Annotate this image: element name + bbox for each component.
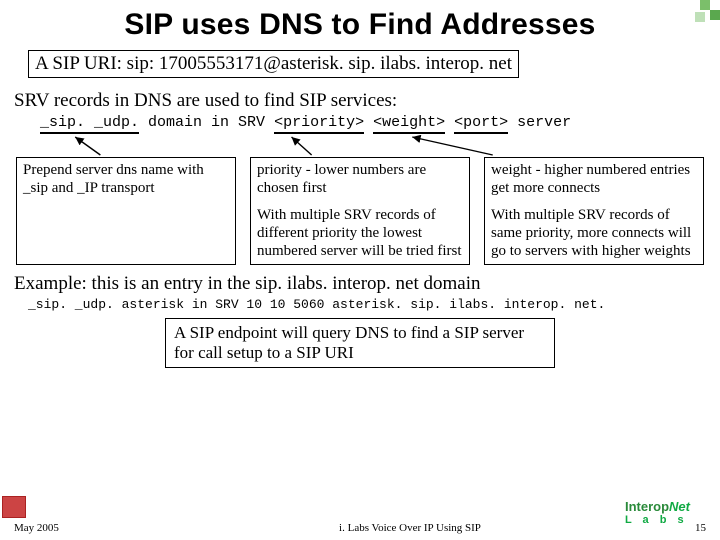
missing-image-stub	[2, 496, 26, 518]
col-weight: weight - higher numbered entries get mor…	[484, 157, 704, 265]
example-record: _sip. _udp. asterisk in SRV 10 10 5060 a…	[28, 297, 704, 312]
srv-intro-text: SRV records in DNS are used to find SIP …	[14, 90, 704, 112]
arrow-diagram	[40, 135, 704, 157]
srv-seg-sipudp: _sip. _udp.	[40, 114, 139, 131]
srv-seg-port: <port>	[454, 114, 508, 131]
slide-title: SIP uses DNS to Find Addresses	[0, 0, 720, 48]
footer-title: i. Labs Voice Over IP Using SIP	[154, 522, 666, 534]
srv-template: _sip. _udp. domain in SRV <priority> <we…	[40, 114, 704, 131]
col-prepend: Prepend server dns name with _sip and _I…	[16, 157, 236, 265]
slide-footer: May 2005 i. Labs Voice Over IP Using SIP…	[0, 522, 720, 534]
summary-box: A SIP endpoint will query DNS to find a …	[165, 318, 555, 367]
srv-seg-weight: <weight>	[373, 114, 445, 131]
sip-uri-box: A SIP URI: sip: 17005553171@asterisk. si…	[28, 50, 519, 78]
srv-seg-priority: <priority>	[274, 114, 364, 131]
explanation-columns: Prepend server dns name with _sip and _I…	[16, 157, 704, 265]
col-priority: priority - lower numbers are chosen firs…	[250, 157, 470, 265]
example-intro: Example: this is an entry in the sip. il…	[14, 273, 704, 295]
corner-logo	[680, 0, 720, 40]
footer-page-number: 15	[666, 522, 706, 534]
footer-date: May 2005	[14, 522, 154, 534]
